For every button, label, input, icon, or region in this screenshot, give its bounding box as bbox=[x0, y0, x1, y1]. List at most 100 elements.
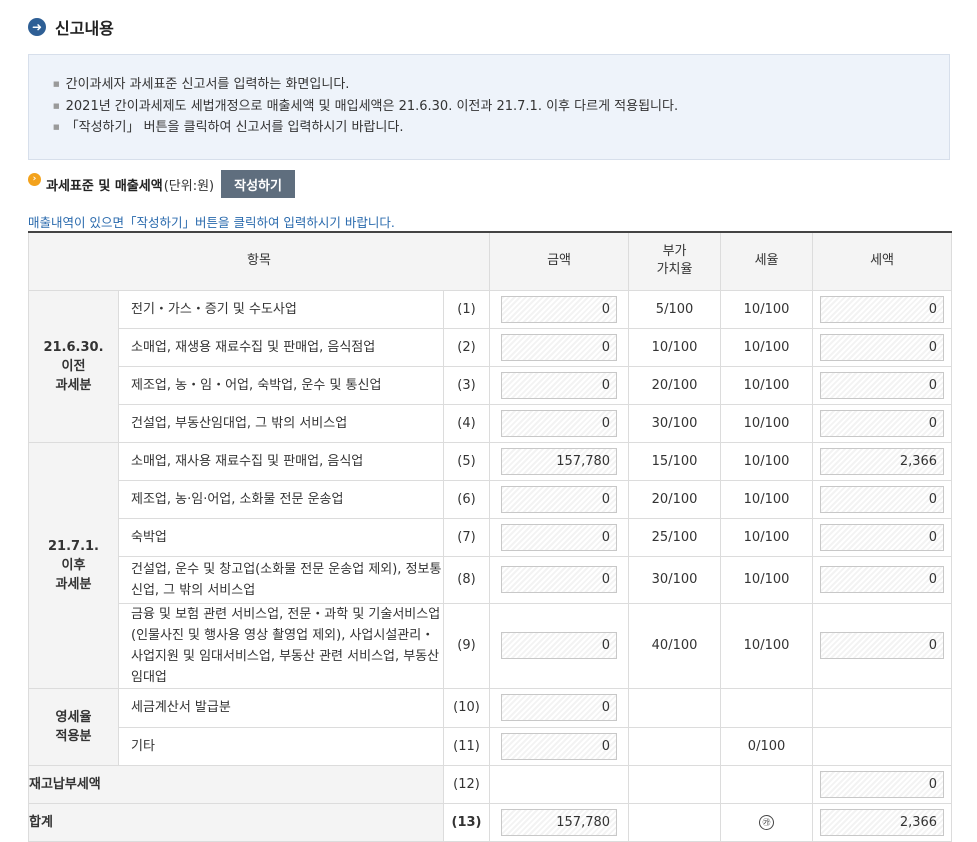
notice-item: 2021년 간이과세제도 세법개정으로 매출세액 및 매입세액은 21.6.30… bbox=[53, 96, 949, 118]
rate-cell: 20/100 bbox=[628, 479, 722, 519]
row-num: (12) bbox=[442, 764, 491, 804]
row-label: 제조업, 농・임・어업, 숙박업, 운수 및 통신업 bbox=[118, 365, 444, 405]
stock-row: 재고납부세액 (12) 0 bbox=[28, 764, 953, 804]
amount-field[interactable]: 0 bbox=[501, 295, 618, 323]
taxrate-cell: 10/100 bbox=[720, 365, 814, 405]
header-rate: 부가 가치율 bbox=[628, 231, 722, 291]
row-label: 전기・가스・증기 및 수도사업 bbox=[118, 289, 444, 329]
tax-field[interactable]: 0 bbox=[820, 523, 945, 551]
tax-field[interactable]: 0 bbox=[820, 371, 945, 399]
tax-field[interactable]: 0 bbox=[820, 409, 945, 437]
table-row: 소매업, 재생용 재료수집 및 판매업, 음식점업 (2) 0 10/100 1… bbox=[29, 327, 953, 367]
section-title: 과세표준 및 매출세액 bbox=[46, 178, 163, 194]
hint-text: 매출내역이 있으면「작성하기」버튼을 클릭하여 입력하시기 바랍니다. bbox=[28, 215, 395, 230]
table-row: 숙박업 (7) 0 25/100 10/100 0 bbox=[29, 517, 953, 557]
taxrate-cell: 10/100 bbox=[720, 441, 814, 481]
row-num: (11) bbox=[442, 726, 491, 766]
rate-cell: 25/100 bbox=[628, 517, 722, 557]
row-num: (3) bbox=[442, 365, 491, 405]
row-label: 세금계산서 발급분 bbox=[118, 687, 444, 728]
notice-item: 「작성하기」 버튼을 클릭하여 신고서를 입력하시기 바랍니다. bbox=[53, 117, 949, 139]
row-label: 소매업, 재생용 재료수집 및 판매업, 음식점업 bbox=[118, 327, 444, 367]
table-row: 금융 및 보험 관련 서비스업, 전문・과학 및 기술서비스업(인물사진 및 행… bbox=[29, 602, 953, 689]
table-row: 21.6.30. 이전 과세분 전기・가스・증기 및 수도사업 (1) 0 5/… bbox=[28, 289, 953, 443]
row-label: 제조업, 농·임·어업, 소화물 전문 운송업 bbox=[118, 479, 444, 519]
taxrate-cell: 10/100 bbox=[720, 479, 814, 519]
page-title-text: 신고내용 bbox=[55, 19, 114, 38]
taxrate-cell: 10/100 bbox=[720, 555, 814, 604]
taxrate-cell: 0/100 bbox=[720, 726, 814, 766]
table-row: 기타 (11) 0 0/100 bbox=[29, 726, 953, 766]
row-num: (9) bbox=[442, 602, 491, 689]
amount-field[interactable]: 0 bbox=[501, 409, 618, 437]
table-row: 영세율 적용분 세금계산서 발급분 (10) 0 bbox=[28, 687, 953, 766]
amount-field[interactable]: 0 bbox=[501, 632, 618, 659]
row-label: 소매업, 재사용 재료수집 및 판매업, 음식업 bbox=[118, 441, 444, 481]
tax-field[interactable]: 0 bbox=[820, 485, 945, 513]
row-num: (7) bbox=[442, 517, 491, 557]
amount-field[interactable]: 0 bbox=[501, 732, 618, 760]
table-row: 21.7.1. 이후 과세분 소매업, 재사용 재료수집 및 판매업, 음식업 … bbox=[28, 441, 953, 689]
stock-tax-field[interactable]: 0 bbox=[820, 770, 945, 798]
total-label: 합계 bbox=[28, 802, 444, 842]
tax-field[interactable]: 0 bbox=[820, 632, 945, 659]
amount-field[interactable]: 0 bbox=[501, 694, 618, 721]
header-amount: 금액 bbox=[489, 231, 630, 291]
rate-cell: 40/100 bbox=[628, 602, 722, 689]
total-row: 합계 (13) 157,780 ㉮ 2,366 bbox=[28, 802, 953, 842]
tax-field[interactable]: 0 bbox=[820, 333, 945, 361]
row-num: (13) bbox=[442, 802, 491, 842]
rate-cell: 5/100 bbox=[628, 289, 722, 329]
table-row: 제조업, 농·임·어업, 소화물 전문 운송업 (6) 0 20/100 10/… bbox=[29, 479, 953, 519]
row-label: 금융 및 보험 관련 서비스업, 전문・과학 및 기술서비스업(인물사진 및 행… bbox=[118, 602, 444, 689]
taxrate-cell: 10/100 bbox=[720, 403, 814, 443]
notice-item: 간이과세자 과세표준 신고서를 입력하는 화면입니다. bbox=[53, 74, 949, 96]
tax-field[interactable]: 0 bbox=[820, 566, 945, 593]
group-zero: 영세율 적용분 bbox=[28, 687, 119, 766]
total-tax-field[interactable]: 2,366 bbox=[820, 808, 945, 836]
tax-field[interactable]: 2,366 bbox=[820, 447, 945, 475]
header-taxrate: 세율 bbox=[720, 231, 814, 291]
chevron-right-circle-icon: › bbox=[28, 172, 41, 186]
amount-field[interactable]: 157,780 bbox=[501, 447, 618, 475]
taxrate-cell: 10/100 bbox=[720, 289, 814, 329]
header-tax: 세액 bbox=[812, 231, 953, 291]
write-button[interactable]: 작성하기 bbox=[221, 170, 295, 198]
group-before: 21.6.30. 이전 과세분 bbox=[28, 289, 119, 443]
taxrate-cell: 10/100 bbox=[720, 327, 814, 367]
group-after: 21.7.1. 이후 과세분 bbox=[28, 441, 119, 689]
row-label: 건설업, 부동산임대업, 그 밖의 서비스업 bbox=[118, 403, 444, 443]
rate-cell: 30/100 bbox=[628, 555, 722, 604]
table-row: 건설업, 부동산임대업, 그 밖의 서비스업 (4) 0 30/100 10/1… bbox=[29, 403, 953, 443]
row-num: (5) bbox=[442, 441, 491, 481]
rate-cell: 30/100 bbox=[628, 403, 722, 443]
table-header-row: 항목 금액 부가 가치율 세율 세액 bbox=[27, 231, 953, 291]
rate-cell: 20/100 bbox=[628, 365, 722, 405]
header-item: 항목 bbox=[27, 231, 491, 291]
row-label: 숙박업 bbox=[118, 517, 444, 557]
row-num: (4) bbox=[442, 403, 491, 443]
page-title: ➜ 신고내용 bbox=[28, 16, 114, 38]
row-num: (2) bbox=[442, 327, 491, 367]
tax-field[interactable]: 0 bbox=[820, 295, 945, 323]
rate-cell: 15/100 bbox=[628, 441, 722, 481]
arrow-right-circle-icon: ➜ bbox=[28, 18, 46, 36]
row-num: (8) bbox=[442, 555, 491, 604]
tax-table: 항목 금액 부가 가치율 세율 세액 21.6.30. 이전 과세분 전기・가스… bbox=[27, 231, 953, 842]
amount-field[interactable]: 0 bbox=[501, 523, 618, 551]
amount-field[interactable]: 0 bbox=[501, 333, 618, 361]
row-num: (1) bbox=[442, 289, 491, 329]
table-row: 제조업, 농・임・어업, 숙박업, 운수 및 통신업 (3) 0 20/100 … bbox=[29, 365, 953, 405]
row-num: (10) bbox=[442, 687, 491, 728]
total-amount-field[interactable]: 157,780 bbox=[501, 808, 618, 836]
rate-cell: 10/100 bbox=[628, 327, 722, 367]
amount-field[interactable]: 0 bbox=[501, 485, 618, 513]
circled-ga-mark: ㉮ bbox=[759, 815, 775, 830]
taxrate-cell: 10/100 bbox=[720, 517, 814, 557]
taxrate-cell: 10/100 bbox=[720, 602, 814, 689]
notice-box: 간이과세자 과세표준 신고서를 입력하는 화면입니다. 2021년 간이과세제도… bbox=[28, 54, 950, 160]
row-num: (6) bbox=[442, 479, 491, 519]
row-label: 기타 bbox=[118, 726, 444, 766]
amount-field[interactable]: 0 bbox=[501, 371, 618, 399]
amount-field[interactable]: 0 bbox=[501, 566, 618, 593]
